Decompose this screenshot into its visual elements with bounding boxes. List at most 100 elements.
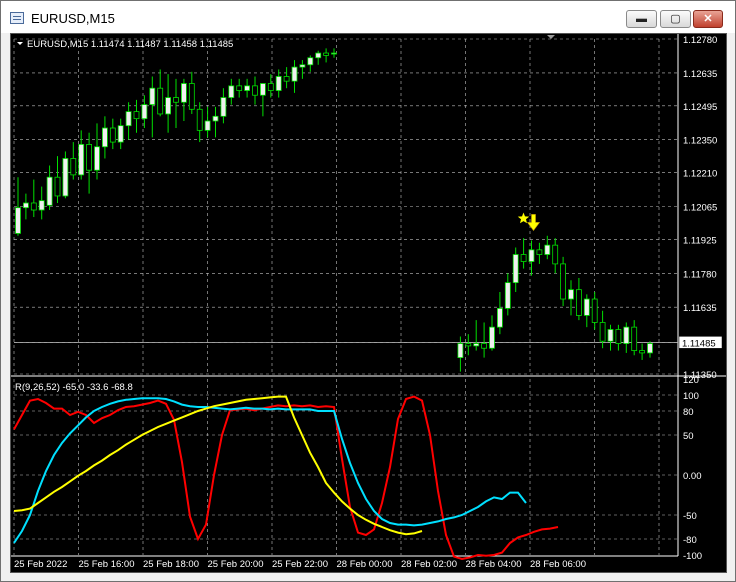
price-tick-label: 1.12635 xyxy=(683,69,717,80)
minimize-button[interactable]: ▬ xyxy=(626,10,657,28)
candle-body xyxy=(133,111,140,120)
candle-body xyxy=(94,146,100,171)
time-tick-label: 25 Feb 22:00 xyxy=(272,559,328,570)
candle-body xyxy=(615,329,622,344)
signal-star-icon xyxy=(517,212,530,224)
time-tick-label: 25 Feb 2022 xyxy=(14,559,67,570)
title-bar[interactable]: EURUSD,M15 ▬ ▢ ✕ xyxy=(1,1,735,33)
candle-body xyxy=(520,254,527,262)
candle-body xyxy=(212,115,219,122)
candle-body xyxy=(117,125,124,143)
indicator-tick-label: 0.00 xyxy=(683,471,702,482)
maximize-button[interactable]: ▢ xyxy=(660,10,691,28)
candle-body xyxy=(552,244,559,265)
price-tick-label: 1.11635 xyxy=(683,303,717,314)
chart-area[interactable]: 1.12780 1.12635 1.12495 1.12350 1.12210 1.120… xyxy=(10,33,727,573)
candle-body xyxy=(583,298,590,316)
signal-layer xyxy=(517,212,541,231)
candle-body xyxy=(315,52,322,59)
candle-body xyxy=(591,298,598,323)
candle-body xyxy=(62,158,69,197)
time-tick-label: 28 Feb 00:00 xyxy=(337,559,393,570)
minimize-icon: ▬ xyxy=(636,13,647,25)
candle-body xyxy=(141,104,148,120)
indicator-tick-label: 50 xyxy=(683,431,694,442)
candle-body xyxy=(631,326,638,351)
candle-body xyxy=(623,326,630,344)
chart-shift-icon[interactable] xyxy=(547,35,555,39)
indicator-tick-label: -80 xyxy=(683,535,697,546)
candle-body xyxy=(275,76,282,91)
candle-body xyxy=(639,350,645,354)
price-tick-label: 1.12495 xyxy=(683,102,717,113)
chart-axes: 1.12780 1.12635 1.12495 1.12350 1.12210 1.120… xyxy=(14,35,723,570)
chart-canvas[interactable]: 1.12780 1.12635 1.12495 1.12350 1.12210 1.120… xyxy=(11,34,726,572)
candle-body xyxy=(457,343,464,359)
candle-body xyxy=(86,144,92,171)
time-tick-label: 28 Feb 04:00 xyxy=(466,559,522,570)
time-tick-label: 28 Feb 06:00 xyxy=(530,559,586,570)
close-button[interactable]: ✕ xyxy=(693,10,723,28)
candle-body xyxy=(291,66,298,82)
symbol-info-label: EURUSD,M15 1.11474 1.11487 1.11458 1.114… xyxy=(27,39,233,50)
indicator-tick-label: -50 xyxy=(683,511,697,522)
chart-window-icon xyxy=(10,12,24,24)
candle-body xyxy=(165,97,172,115)
time-tick-label: 25 Feb 20:00 xyxy=(208,559,264,570)
signal-down-arrow-icon xyxy=(526,214,541,231)
chart-grid xyxy=(11,34,726,557)
indicator-tick-label: 80 xyxy=(683,407,694,418)
candle-body xyxy=(267,83,274,91)
oscillator-lines xyxy=(13,395,559,561)
price-tick-label: 1.12065 xyxy=(683,203,717,214)
candle-body xyxy=(70,158,77,176)
candle-body xyxy=(259,83,266,96)
candle-body xyxy=(576,289,582,316)
candle-body xyxy=(647,343,653,354)
candle-body xyxy=(157,87,164,115)
indicator-label: R(9,26,52) -65.0 -33.6 -68.8 xyxy=(15,382,133,393)
price-tick-label: 1.12350 xyxy=(683,136,717,147)
price-tick-label: 1.12780 xyxy=(683,35,717,46)
candle-body xyxy=(228,85,235,98)
candle-body xyxy=(536,249,543,255)
candle-body xyxy=(504,282,511,309)
price-candles xyxy=(15,48,653,372)
candle-body xyxy=(78,144,85,176)
candle-body xyxy=(125,111,132,127)
candle-body xyxy=(560,263,566,300)
candle-body xyxy=(188,83,195,110)
candle-body xyxy=(46,176,53,206)
indicator-tick-label: 120 xyxy=(683,375,699,386)
indicator-tick-label: 100 xyxy=(683,391,699,402)
price-tick-label: 1.11925 xyxy=(683,235,717,246)
candle-body xyxy=(528,249,535,262)
candle-body xyxy=(15,207,21,234)
candle-body xyxy=(299,64,306,68)
candle-body xyxy=(38,200,45,211)
time-tick-label: 25 Feb 16:00 xyxy=(79,559,135,570)
candle-body xyxy=(331,52,337,55)
window-title: EURUSD,M15 xyxy=(31,11,115,26)
candle-body xyxy=(54,176,61,197)
candle-body xyxy=(544,244,551,255)
candle-body xyxy=(30,202,37,211)
candle-body xyxy=(149,87,156,105)
candle-body xyxy=(599,322,606,342)
candle-body xyxy=(236,85,243,91)
indicator-tick-label: -100 xyxy=(683,551,702,562)
candle-body xyxy=(607,329,614,342)
candle-body xyxy=(180,83,187,103)
close-icon: ✕ xyxy=(703,13,713,25)
candle-body xyxy=(109,127,116,143)
candle-body xyxy=(473,343,480,347)
candle-body xyxy=(568,289,574,300)
symbol-dropdown-icon[interactable] xyxy=(17,42,23,45)
candle-body xyxy=(496,308,503,328)
time-tick-label: 25 Feb 18:00 xyxy=(143,559,199,570)
candle-body xyxy=(173,97,179,103)
candle-body xyxy=(244,85,251,91)
candle-body xyxy=(252,85,258,96)
price-tick-label: 1.11780 xyxy=(683,269,717,280)
chart-window: EURUSD,M15 ▬ ▢ ✕ 1.12780 1.12635 1.12495 1.… xyxy=(0,0,736,582)
